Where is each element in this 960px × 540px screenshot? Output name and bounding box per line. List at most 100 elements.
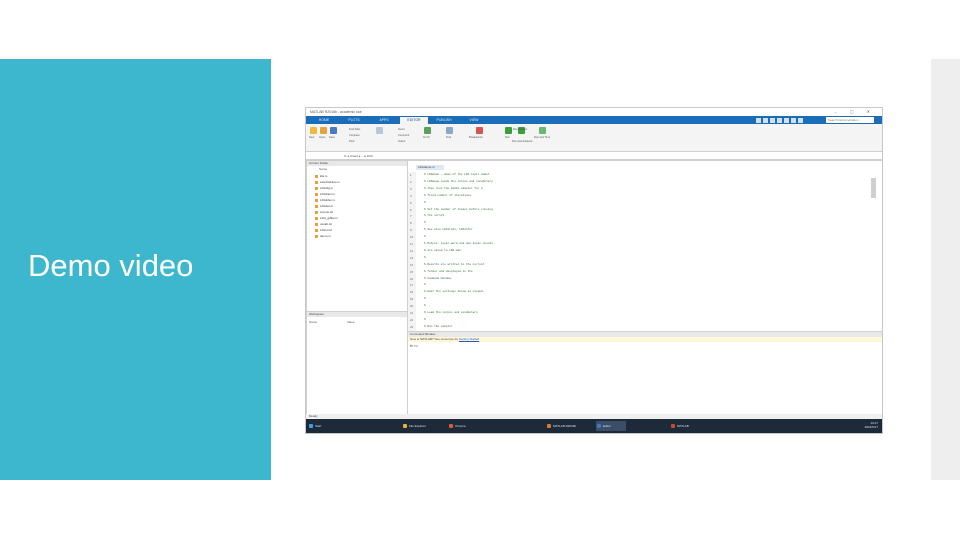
line-number: 15 xyxy=(410,269,414,274)
getting-started-notice: New to MATLAB? See resources for Getting… xyxy=(408,337,882,342)
new-icon[interactable] xyxy=(310,127,317,134)
code-line[interactable]: % xyxy=(424,318,426,321)
taskbar-item[interactable]: Editor xyxy=(596,421,626,431)
file-item[interactable]: lda.m xyxy=(315,174,327,178)
run-icon[interactable] xyxy=(505,127,512,134)
slide-right-strip xyxy=(931,59,960,480)
code-line[interactable]: % xyxy=(424,256,426,259)
code-line[interactable]: % Edit the settings below as needed. xyxy=(424,290,484,293)
file-item[interactable]: LDAtrain.m xyxy=(315,192,335,196)
quick-access-toolbar[interactable] xyxy=(756,118,812,123)
workspace-name-column[interactable]: Name xyxy=(309,320,317,324)
search-input[interactable]: Search Documentation xyxy=(826,117,874,123)
file-item[interactable]: estLDAtrans.m xyxy=(315,180,340,184)
code-line[interactable]: % folder and displayed in the xyxy=(424,270,473,273)
open-icon[interactable] xyxy=(320,127,327,134)
file-item[interactable]: vocab.txt xyxy=(315,222,332,226)
code-line[interactable]: % LDAdemo — demo of the LDA topic model xyxy=(424,173,489,176)
comment-button[interactable]: Comment xyxy=(398,134,409,137)
go-to-button[interactable]: Go To xyxy=(423,136,430,139)
windows-taskbar: Start File Explorer Chrome MATLAB R2016b… xyxy=(306,419,882,433)
folder-name-column[interactable]: Name xyxy=(319,167,327,171)
workspace-header: Workspace xyxy=(307,312,407,317)
run-button[interactable]: Run xyxy=(505,136,510,139)
file-item[interactable]: LDA.mat xyxy=(315,228,332,232)
code-line[interactable]: % xyxy=(424,297,426,300)
tab-publish[interactable]: PUBLISH xyxy=(430,117,458,124)
current-folder-pane: Current Folder Name lda.m estLDAtrans.m … xyxy=(306,160,408,312)
file-item[interactable]: demo.m xyxy=(315,234,331,238)
matlab-screenshot: MATLAB R2016b - academic use – ▢ ✕ HOME … xyxy=(305,107,883,434)
line-number: 6 xyxy=(410,207,412,212)
file-icon xyxy=(315,234,318,238)
find-button[interactable]: Find xyxy=(446,136,451,139)
compare-button[interactable]: Compare xyxy=(349,134,360,137)
file-item[interactable]: LDAinfer.m xyxy=(315,198,335,202)
code-line[interactable]: % are saved to LDA.mat. xyxy=(424,249,463,252)
code-line[interactable]: % See also LDAtrain, LDAinfer xyxy=(424,228,473,231)
editor-scrollbar[interactable] xyxy=(871,178,876,198)
print-button[interactable]: Print xyxy=(349,140,354,143)
code-line[interactable]: % fixed number of iterations. xyxy=(424,194,473,197)
taskbar-item[interactable]: Start xyxy=(308,421,326,431)
code-line[interactable]: % Output: topic-word and doc-topic count… xyxy=(424,242,493,245)
file-icon xyxy=(315,186,318,190)
code-line[interactable]: % xyxy=(424,201,426,204)
window-titlebar: MATLAB R2016b - academic use – ▢ ✕ xyxy=(306,108,882,116)
new-button[interactable]: New xyxy=(309,136,314,139)
taskbar-item[interactable]: MATLAB R2016b xyxy=(546,421,592,431)
code-line[interactable]: % Results are written to the current xyxy=(424,263,484,266)
code-line[interactable]: % Load the corpus and vocabulary xyxy=(424,311,478,314)
tab-editor[interactable]: EDITOR xyxy=(400,117,428,124)
file-item[interactable]: LDAcfg.m xyxy=(315,186,333,190)
code-line[interactable]: % Command Window. xyxy=(424,277,453,280)
open-button[interactable]: Open xyxy=(319,136,325,139)
notice-text: New to MATLAB? See resources for xyxy=(410,337,459,341)
save-button[interactable]: Save xyxy=(329,136,335,139)
code-line[interactable]: % Run the sampler xyxy=(424,325,453,328)
breakpoints-icon[interactable] xyxy=(476,127,483,134)
editor-file-tab[interactable]: LDAdemo.m xyxy=(416,165,444,170)
go-to-icon[interactable] xyxy=(424,127,431,134)
file-item[interactable]: corpus.txt xyxy=(315,210,333,214)
code-line[interactable]: % the script. xyxy=(424,214,446,217)
run-advance-button[interactable]: Run and Advance xyxy=(512,140,532,143)
file-icon xyxy=(315,222,318,226)
workspace-value-column[interactable]: Value xyxy=(347,320,354,324)
code-line[interactable]: % xyxy=(424,304,426,307)
address-bar[interactable]: C: ▸ Users ▸ ... ▸ LDA xyxy=(306,152,882,160)
indent-button[interactable]: Indent xyxy=(398,140,405,143)
save-icon[interactable] xyxy=(330,127,337,134)
taskbar-item[interactable]: Chrome xyxy=(448,421,492,431)
command-prompt[interactable]: fx >> xyxy=(410,344,418,348)
address-path[interactable]: C: ▸ Users ▸ ... ▸ LDA xyxy=(344,154,373,158)
tab-apps[interactable]: APPS xyxy=(370,117,398,124)
tab-view[interactable]: VIEW xyxy=(460,117,488,124)
code-line[interactable]: % xyxy=(424,221,426,224)
run-time-button[interactable]: Run and Time xyxy=(534,136,550,139)
breakpoints-button[interactable]: Breakpoints xyxy=(469,136,483,139)
system-tray-clock[interactable]: 10:47 2016/5/17 xyxy=(865,421,878,429)
code-line[interactable]: % LDAdemo loads the corpus and vocabular… xyxy=(424,180,493,183)
file-icon xyxy=(315,216,318,220)
run-section-button[interactable]: Run Section xyxy=(513,128,527,131)
insert-icon[interactable] xyxy=(376,127,383,134)
code-line[interactable]: % then runs the Gibbs sampler for a xyxy=(424,187,483,190)
code-line[interactable]: % Set the number of topics before runnin… xyxy=(424,208,493,211)
insert-button[interactable]: Insert xyxy=(398,128,405,131)
file-item[interactable]: LDA_gibbs.m xyxy=(315,216,338,220)
file-item[interactable]: LDAset.m xyxy=(315,204,333,208)
taskbar-item[interactable]: MATLAB xyxy=(670,421,714,431)
line-number: 7 xyxy=(410,214,412,219)
window-controls[interactable]: – ▢ ✕ xyxy=(834,109,876,114)
getting-started-link[interactable]: Getting Started xyxy=(459,337,479,341)
taskbar-item[interactable]: File Explorer xyxy=(402,421,444,431)
command-window[interactable]: Command Window New to MATLAB? See resour… xyxy=(407,331,882,415)
tab-plots[interactable]: PLOTS xyxy=(340,117,368,124)
find-files-button[interactable]: Find Files xyxy=(349,128,360,131)
run-time-icon[interactable] xyxy=(539,127,546,134)
code-line[interactable]: % xyxy=(424,283,426,286)
find-icon[interactable] xyxy=(446,127,453,134)
tab-home[interactable]: HOME xyxy=(310,117,338,124)
code-line[interactable]: % xyxy=(424,235,426,238)
